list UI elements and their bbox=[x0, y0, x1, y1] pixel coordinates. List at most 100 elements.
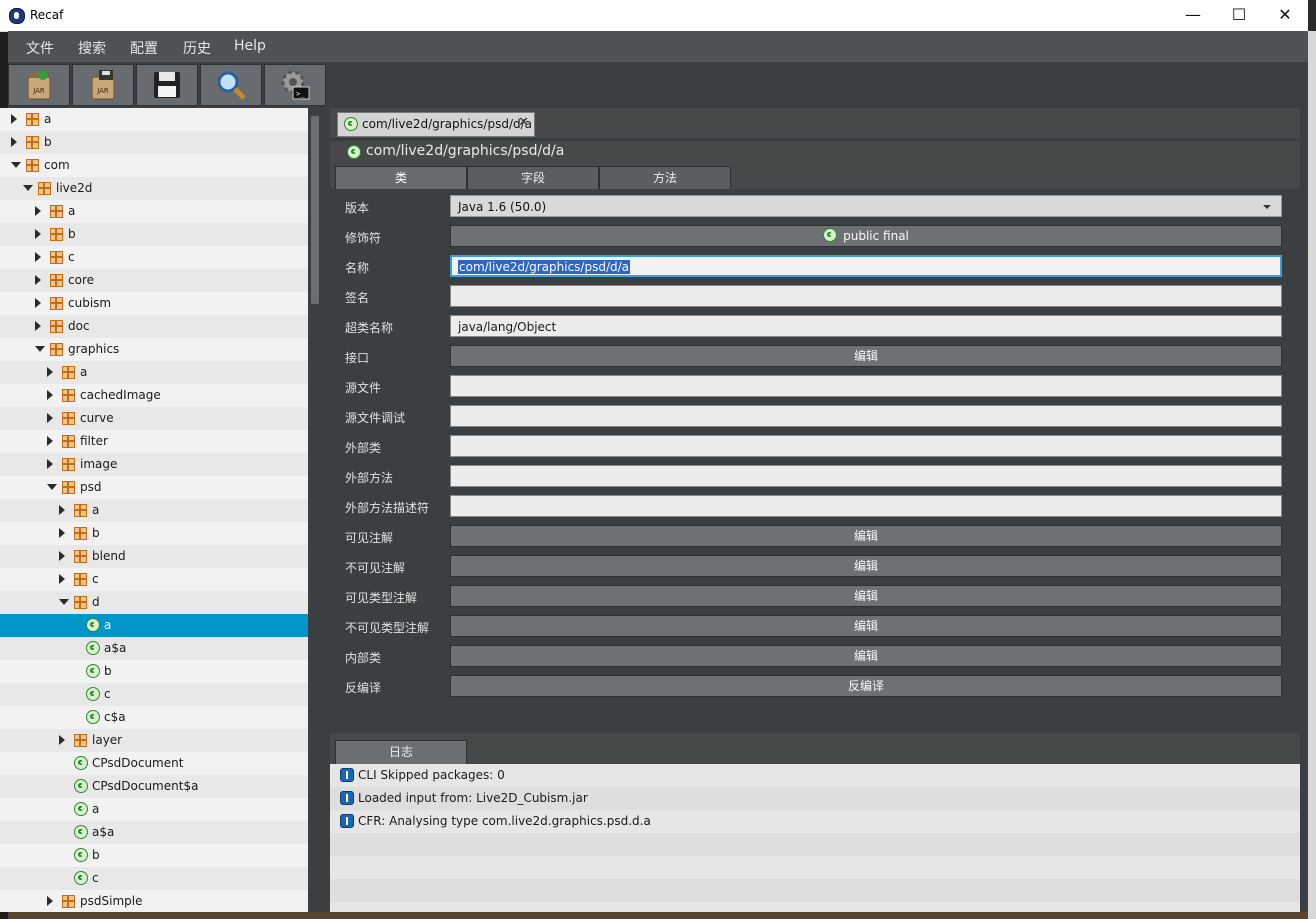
tab-fields[interactable]: 字段 bbox=[467, 166, 599, 190]
visible-type-annotations-button[interactable]: 编辑 bbox=[450, 585, 1282, 607]
modifiers-button[interactable]: public final bbox=[450, 225, 1282, 247]
expanded-arrow-icon[interactable] bbox=[23, 185, 33, 191]
save-button[interactable] bbox=[136, 64, 198, 106]
tree-package-node[interactable]: live2d bbox=[0, 177, 308, 200]
tree-package-node[interactable]: psdSimple bbox=[0, 890, 308, 912]
menu-help[interactable]: Help bbox=[234, 38, 266, 54]
tree-package-node[interactable]: doc bbox=[0, 315, 308, 338]
outer-class-field[interactable] bbox=[450, 435, 1282, 457]
tree-scrollbar-thumb[interactable] bbox=[311, 116, 319, 304]
collapsed-arrow-icon[interactable] bbox=[35, 298, 41, 308]
collapsed-arrow-icon[interactable] bbox=[35, 229, 41, 239]
tree-package-node[interactable]: cachedImage bbox=[0, 384, 308, 407]
tree-package-node[interactable]: curve bbox=[0, 407, 308, 430]
collapsed-arrow-icon[interactable] bbox=[47, 896, 53, 906]
menu-file[interactable]: 文件 bbox=[26, 38, 54, 58]
outer-method-field[interactable] bbox=[450, 465, 1282, 487]
tree-package-node[interactable]: core bbox=[0, 269, 308, 292]
tree-package-node[interactable]: filter bbox=[0, 430, 308, 453]
visible-annotations-button[interactable]: 编辑 bbox=[450, 525, 1282, 547]
tree-package-node[interactable]: psd bbox=[0, 476, 308, 499]
source-debug-field[interactable] bbox=[450, 405, 1282, 427]
load-jar-button[interactable]: JAR bbox=[8, 64, 70, 106]
file-tab[interactable]: com/live2d/graphics/psd/d/a ✕ bbox=[337, 112, 535, 137]
tree-class-node[interactable]: b bbox=[0, 660, 308, 683]
collapsed-arrow-icon[interactable] bbox=[35, 252, 41, 262]
tree-node-label: b bbox=[68, 227, 76, 241]
invisible-type-annotations-button[interactable]: 编辑 bbox=[450, 615, 1282, 637]
tree-class-node[interactable]: CPsdDocument bbox=[0, 752, 308, 775]
tree-class-node[interactable]: c bbox=[0, 683, 308, 706]
tree-scrollbar[interactable] bbox=[309, 108, 321, 912]
name-field[interactable]: com/live2d/graphics/psd/d/a bbox=[450, 255, 1282, 277]
menu-config[interactable]: 配置 bbox=[130, 38, 158, 58]
version-select[interactable]: Java 1.6 (50.0) bbox=[450, 195, 1282, 217]
collapsed-arrow-icon[interactable] bbox=[59, 528, 65, 538]
tree-package-node[interactable]: cubism bbox=[0, 292, 308, 315]
collapsed-arrow-icon[interactable] bbox=[59, 551, 65, 561]
tree-class-node[interactable]: c bbox=[0, 867, 308, 890]
menu-history[interactable]: 历史 bbox=[183, 38, 211, 58]
collapsed-arrow-icon[interactable] bbox=[47, 413, 53, 423]
tree-package-node[interactable]: image bbox=[0, 453, 308, 476]
tree-class-node[interactable]: c$a bbox=[0, 706, 308, 729]
tree-package-node[interactable]: com bbox=[0, 154, 308, 177]
tree-class-node[interactable]: CPsdDocument$a bbox=[0, 775, 308, 798]
invisible-annotations-button[interactable]: 编辑 bbox=[450, 555, 1282, 577]
collapsed-arrow-icon[interactable] bbox=[11, 137, 17, 147]
tree-package-node[interactable]: b bbox=[0, 131, 308, 154]
collapsed-arrow-icon[interactable] bbox=[59, 574, 65, 584]
minimize-button[interactable]: — bbox=[1170, 0, 1216, 31]
tree-class-node[interactable]: a bbox=[0, 614, 308, 637]
tree-package-node[interactable]: a bbox=[0, 361, 308, 384]
collapsed-arrow-icon[interactable] bbox=[47, 390, 53, 400]
tree-package-node[interactable]: blend bbox=[0, 545, 308, 568]
collapsed-arrow-icon[interactable] bbox=[11, 114, 17, 124]
collapsed-arrow-icon[interactable] bbox=[59, 735, 65, 745]
signature-field[interactable] bbox=[450, 285, 1282, 307]
package-icon bbox=[50, 297, 63, 310]
decompile-button[interactable]: 反编译 bbox=[450, 675, 1282, 697]
tab-methods[interactable]: 方法 bbox=[599, 166, 731, 190]
tree-package-node[interactable]: c bbox=[0, 246, 308, 269]
interfaces-button[interactable]: 编辑 bbox=[450, 345, 1282, 367]
tree-package-node[interactable]: c bbox=[0, 568, 308, 591]
tab-log[interactable]: 日志 bbox=[335, 740, 467, 765]
class-tree[interactable]: a b com live2d a b c core cubism doc graphics a cach… bbox=[0, 108, 308, 912]
tree-package-node[interactable]: a bbox=[0, 499, 308, 522]
collapsed-arrow-icon[interactable] bbox=[47, 436, 53, 446]
search-button[interactable] bbox=[200, 64, 262, 106]
close-window-button[interactable]: ✕ bbox=[1262, 0, 1308, 31]
collapsed-arrow-icon[interactable] bbox=[47, 367, 53, 377]
collapsed-arrow-icon[interactable] bbox=[47, 459, 53, 469]
collapsed-arrow-icon[interactable] bbox=[35, 206, 41, 216]
inner-classes-button[interactable]: 编辑 bbox=[450, 645, 1282, 667]
source-file-field[interactable] bbox=[450, 375, 1282, 397]
tree-package-node[interactable]: layer bbox=[0, 729, 308, 752]
tree-class-node[interactable]: b bbox=[0, 844, 308, 867]
close-tab-icon[interactable]: ✕ bbox=[518, 115, 529, 130]
tree-class-node[interactable]: a$a bbox=[0, 637, 308, 660]
collapsed-arrow-icon[interactable] bbox=[35, 275, 41, 285]
expanded-arrow-icon[interactable] bbox=[47, 484, 57, 490]
tree-package-node[interactable]: b bbox=[0, 522, 308, 545]
expanded-arrow-icon[interactable] bbox=[59, 599, 69, 605]
export-jar-button[interactable]: JAR bbox=[72, 64, 134, 106]
settings-button[interactable]: >_ bbox=[264, 64, 326, 106]
superclass-field[interactable]: java/lang/Object bbox=[450, 315, 1282, 337]
menu-search[interactable]: 搜索 bbox=[78, 38, 106, 58]
tree-class-node[interactable]: a$a bbox=[0, 821, 308, 844]
collapsed-arrow-icon[interactable] bbox=[59, 505, 65, 515]
tree-class-node[interactable]: a bbox=[0, 798, 308, 821]
expanded-arrow-icon[interactable] bbox=[35, 346, 45, 352]
tree-package-node[interactable]: a bbox=[0, 200, 308, 223]
collapsed-arrow-icon[interactable] bbox=[35, 321, 41, 331]
tree-package-node[interactable]: a bbox=[0, 108, 308, 131]
outer-method-desc-field[interactable] bbox=[450, 495, 1282, 517]
tab-class[interactable]: 类 bbox=[335, 166, 467, 190]
tree-package-node[interactable]: b bbox=[0, 223, 308, 246]
tree-package-node[interactable]: graphics bbox=[0, 338, 308, 361]
tree-package-node[interactable]: d bbox=[0, 591, 308, 614]
expanded-arrow-icon[interactable] bbox=[11, 162, 21, 168]
maximize-button[interactable]: ☐ bbox=[1216, 0, 1262, 31]
